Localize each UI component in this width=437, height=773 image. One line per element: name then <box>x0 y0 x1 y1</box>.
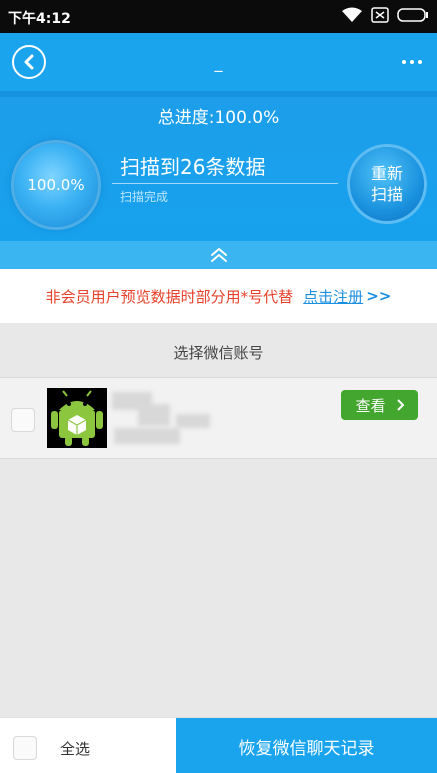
blur-block <box>176 414 210 428</box>
rescan-label-line2: 扫描 <box>370 185 403 204</box>
android-icon <box>51 390 103 446</box>
wifi-icon <box>342 7 362 22</box>
progress-panel: 总进度:100.0% 100.0% 扫描到26条数据 扫描完成 重新 扫描 <box>0 91 437 269</box>
section-title: 选择微信账号 <box>173 344 264 362</box>
status-bar: 下午4:12 <box>0 0 437 33</box>
scan-divider <box>112 183 338 184</box>
recover-label: 恢复微信聊天记录 <box>238 738 375 759</box>
more-dots-icon <box>402 60 406 64</box>
register-arrows[interactable]: >> <box>366 287 391 305</box>
blur-block <box>114 428 180 444</box>
collapse-toggle[interactable] <box>0 241 437 269</box>
member-notice: 非会员用户预览数据时部分用*号代替 点击注册 >> <box>0 269 437 323</box>
view-button[interactable]: 查看 <box>341 390 418 420</box>
account-checkbox[interactable] <box>11 408 35 432</box>
blurred-account-name <box>110 384 220 450</box>
chevron-right-icon <box>396 399 404 411</box>
sim-icon <box>371 7 389 23</box>
view-label: 查看 <box>355 396 386 415</box>
page-title: _ <box>214 53 223 72</box>
select-all-label[interactable]: 全选 <box>60 738 90 759</box>
back-button[interactable] <box>12 45 46 79</box>
title-bar: _ <box>0 33 437 91</box>
double-chevron-up-icon <box>210 248 227 262</box>
progress-percent: 100.0% <box>27 176 85 194</box>
progress-circle: 100.0% <box>14 143 98 227</box>
scan-status: 扫描完成 <box>120 190 169 204</box>
panel-divider <box>0 91 437 97</box>
status-time: 下午4:12 <box>8 11 71 27</box>
rescan-button[interactable]: 重新 扫描 <box>350 147 424 221</box>
scan-result-title: 扫描到26条数据 <box>120 155 266 179</box>
register-link[interactable]: 点击注册 <box>303 286 363 307</box>
rescan-label-line1: 重新 <box>370 164 403 183</box>
total-progress-label: 总进度:100.0% <box>157 108 280 128</box>
recover-button[interactable]: 恢复微信聊天记录 <box>176 718 437 773</box>
avatar <box>47 388 107 448</box>
status-icons <box>341 7 429 23</box>
select-all-checkbox[interactable] <box>13 736 37 760</box>
more-dot <box>410 60 414 64</box>
more-menu-button[interactable] <box>397 49 427 75</box>
blur-block <box>138 404 170 426</box>
more-dot <box>418 60 422 64</box>
back-arrow-icon <box>24 54 34 70</box>
notice-text: 非会员用户预览数据时部分用*号代替 <box>45 287 294 306</box>
bottom-bar: 全选 恢复微信聊天记录 <box>0 717 437 773</box>
account-row[interactable]: 查看 <box>0 377 437 459</box>
battery-icon <box>397 8 428 22</box>
